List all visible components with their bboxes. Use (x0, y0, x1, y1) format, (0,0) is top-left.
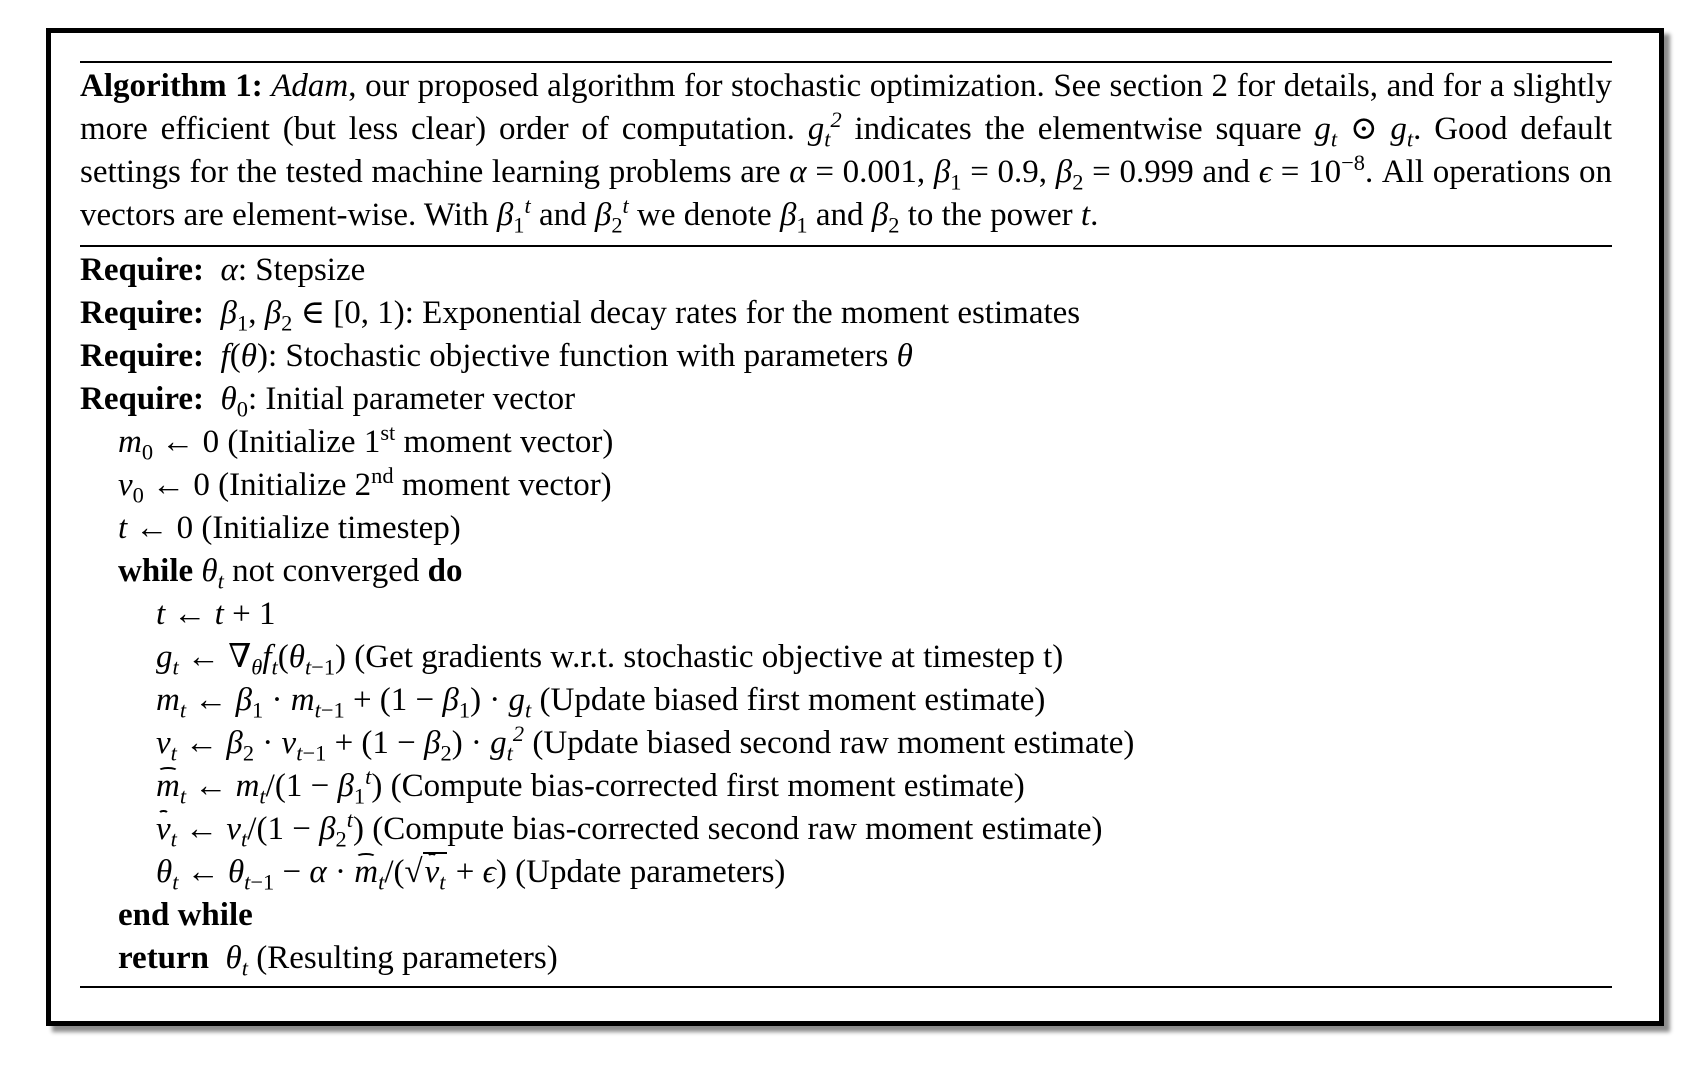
bottom-rule (80, 986, 1612, 988)
step-update-params: θt ← θt−1 − α · mt/(√vt + ϵ) (Update par… (80, 851, 1612, 894)
algorithm-box: Algorithm 1: Adam, our proposed algorith… (80, 61, 1612, 988)
init-v0: v0 ← 0 (Initialize 2nd moment vector) (118, 463, 612, 508)
require-objective: Require: f(θ): Stochastic objective func… (80, 338, 913, 374)
algorithm-caption: Algorithm 1: Adam, our proposed algorith… (80, 68, 1613, 238)
step-first-moment: mt ← β1 · mt−1 + (1 − β1) · gt (Update b… (156, 682, 1046, 723)
step-bias-corrected-first: mt ← mt/(1 − β1t) (Compute bias-correcte… (156, 764, 1025, 809)
step-gradient: gt ← ∇θft(θt−1) (Get gradients w.r.t. st… (156, 639, 1064, 680)
caption-label: Algorithm 1: (80, 68, 263, 104)
return-line: return θt (Resulting parameters) (118, 940, 558, 981)
require-stepsize: Require: α: Stepsize (80, 252, 366, 288)
algorithm-frame: Algorithm 1: Adam, our proposed algorith… (46, 28, 1664, 1026)
step-increment-t: t ← t + 1 (156, 596, 276, 632)
end-while: end while (118, 897, 253, 933)
init-m0: m0 ← 0 (Initialize 1st moment vector) (118, 420, 614, 465)
step-bias-corrected-second: vt ← vt/(1 − β2t) (Compute bias-correcte… (156, 807, 1103, 852)
step-second-moment: vt ← β2 · vt−1 + (1 − β2) · gt2 (Update … (156, 721, 1135, 766)
while-line: while θt not converged do (118, 553, 463, 594)
require-decay-rates: Require: β1, β2 ∈ [0, 1): Exponential de… (80, 295, 1081, 336)
require-initial-params: Require: θ0: Initial parameter vector (80, 381, 576, 422)
algorithm-name: Adam (271, 68, 349, 104)
init-t: t ← 0 (Initialize timestep) (118, 510, 461, 546)
algorithm-body: Require: α: Stepsize Require: β1, β2 ∈ [… (80, 247, 1612, 980)
